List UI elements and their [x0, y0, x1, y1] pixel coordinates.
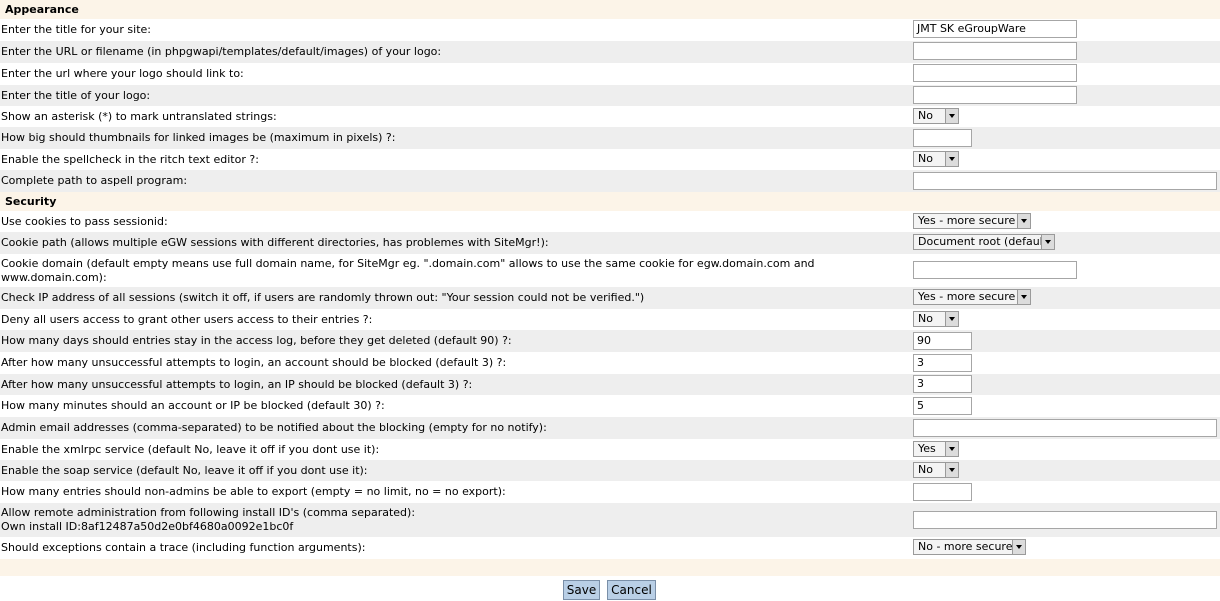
setting-label: Cookie domain (default empty means use f… — [1, 256, 815, 284]
chevron-down-icon — [1017, 290, 1030, 304]
logo-title-input[interactable] — [913, 86, 1077, 104]
cookie-path-select[interactable]: Document root (default) — [913, 234, 1055, 250]
setting-row-export: How many entries should non-admins be ab… — [0, 481, 1220, 503]
select-value: Document root (default) — [918, 235, 1041, 248]
save-button[interactable]: Save — [563, 580, 600, 600]
section-title: Security — [5, 195, 57, 208]
chevron-down-icon — [1012, 540, 1025, 554]
setting-row-logo-url: Enter the URL or filename (in phpgwapi/t… — [0, 41, 1220, 63]
setting-label: Enable the xmlrpc service (default No, l… — [1, 442, 380, 456]
setting-row-cookie-domain: Cookie domain (default empty means use f… — [0, 254, 1220, 287]
setting-row-site-title: Enter the title for your site: JMT SK eG… — [0, 19, 1220, 41]
site-title-input[interactable]: JMT SK eGroupWare — [913, 20, 1077, 38]
select-value: No — [918, 463, 933, 476]
setting-label: How many minutes should an account or IP… — [1, 399, 385, 412]
cookies-select[interactable]: Yes - more secure — [913, 213, 1031, 229]
setting-label: How many days should entries stay in the… — [1, 334, 512, 347]
soap-select[interactable]: No — [913, 462, 959, 478]
setting-row-exceptions: Should exceptions contain a trace (inclu… — [0, 537, 1220, 559]
chevron-down-icon — [1041, 235, 1054, 249]
asterisk-select[interactable]: No — [913, 108, 959, 124]
setting-row-ip-block: After how many unsuccessful attempts to … — [0, 374, 1220, 395]
setting-label: Enter the title for your site: — [1, 23, 151, 36]
chevron-down-icon — [1017, 214, 1030, 228]
setting-label: Check IP address of all sessions (switch… — [1, 291, 645, 304]
setting-label: Enter the url where your logo should lin… — [1, 67, 244, 80]
setting-row-check-ip: Check IP address of all sessions (switch… — [0, 287, 1220, 309]
setting-row-access-log: How many days should entries stay in the… — [0, 330, 1220, 352]
setting-row-block-minutes: How many minutes should an account or IP… — [0, 395, 1220, 417]
chevron-down-icon — [945, 442, 958, 456]
setting-label: After how many unsuccessful attempts to … — [1, 377, 473, 391]
setting-label: After how many unsuccessful attempts to … — [1, 356, 507, 369]
select-value: Yes - more secure — [918, 214, 1016, 227]
thumbnail-size-input[interactable] — [913, 129, 972, 147]
setting-label: Enter the URL or filename (in phpgwapi/t… — [1, 45, 442, 58]
setting-row-cookies: Use cookies to pass sessionid: Yes - mor… — [0, 211, 1220, 232]
select-value: Yes — [918, 442, 936, 455]
account-block-attempts-input[interactable]: 3 — [913, 354, 972, 372]
setting-label: Admin email addresses (comma-separated) … — [1, 421, 547, 434]
setting-label: Allow remote administration from followi… — [1, 506, 416, 519]
logo-url-input[interactable] — [913, 42, 1077, 60]
chevron-down-icon — [945, 463, 958, 477]
setting-label: Show an asterisk (*) to mark untranslate… — [1, 109, 277, 123]
chevron-down-icon — [945, 312, 958, 326]
chevron-down-icon — [945, 109, 958, 123]
setting-label: How many entries should non-admins be ab… — [1, 485, 506, 498]
setting-label: Deny all users access to grant other use… — [1, 312, 373, 326]
check-ip-select[interactable]: Yes - more secure — [913, 289, 1031, 305]
setting-label: Enable the spellcheck in the ritch text … — [1, 152, 259, 166]
setting-row-spellcheck: Enable the spellcheck in the ritch text … — [0, 149, 1220, 170]
admin-email-input[interactable] — [913, 419, 1217, 437]
setting-row-admin-email: Admin email addresses (comma-separated) … — [0, 417, 1220, 439]
cancel-button[interactable]: Cancel — [607, 580, 656, 600]
setting-label-group: Allow remote administration from followi… — [1, 503, 415, 537]
aspell-path-input[interactable] — [913, 172, 1217, 190]
setting-label: Cookie path (allows multiple eGW session… — [1, 236, 549, 249]
cookie-domain-input[interactable] — [913, 261, 1077, 279]
setting-label: Should exceptions contain a trace (inclu… — [1, 541, 366, 554]
select-value: Yes - more secure — [918, 290, 1016, 303]
setting-row-account-block: After how many unsuccessful attempts to … — [0, 352, 1220, 374]
form-footer-band — [0, 559, 1220, 576]
setting-row-aspell: Complete path to aspell program: — [0, 170, 1220, 192]
spellcheck-select[interactable]: No — [913, 151, 959, 167]
access-log-days-input[interactable]: 90 — [913, 332, 972, 350]
setting-label: Complete path to aspell program: — [1, 174, 188, 187]
section-title: Appearance — [5, 3, 79, 16]
select-value: No - more secure — [918, 540, 1012, 553]
setting-row-thumbnail: How big should thumbnails for linked ima… — [0, 127, 1220, 149]
remote-admin-input[interactable] — [913, 511, 1217, 529]
deny-grant-select[interactable]: No — [913, 311, 959, 327]
chevron-down-icon — [945, 152, 958, 166]
setting-row-asterisk: Show an asterisk (*) to mark untranslate… — [0, 106, 1220, 127]
section-header-security: Security — [0, 192, 1220, 211]
section-header-appearance: Appearance — [0, 0, 1220, 19]
select-value: No — [918, 152, 933, 165]
ip-block-attempts-input[interactable]: 3 — [913, 375, 972, 393]
block-minutes-input[interactable]: 5 — [913, 397, 972, 415]
setting-label: Use cookies to pass sessionid: — [1, 214, 168, 228]
setting-row-remote-admin: Allow remote administration from followi… — [0, 503, 1220, 537]
select-value: No — [918, 312, 933, 325]
setting-row-soap: Enable the soap service (default No, lea… — [0, 460, 1220, 481]
logo-link-input[interactable] — [913, 64, 1077, 82]
export-limit-input[interactable] — [913, 483, 972, 501]
select-value: No — [918, 109, 933, 122]
setting-row-deny-grant: Deny all users access to grant other use… — [0, 309, 1220, 330]
xmlrpc-select[interactable]: Yes — [913, 441, 959, 457]
setting-label: Enable the soap service (default No, lea… — [1, 463, 368, 477]
install-id-label: Own install ID:8af12487a50d2e0bf4680a009… — [1, 520, 294, 533]
setting-label: How big should thumbnails for linked ima… — [1, 131, 396, 144]
setting-row-logo-title: Enter the title of your logo: — [0, 85, 1220, 106]
setting-label: Enter the title of your logo: — [1, 88, 151, 102]
setting-row-xmlrpc: Enable the xmlrpc service (default No, l… — [0, 439, 1220, 460]
setting-row-cookie-path: Cookie path (allows multiple eGW session… — [0, 232, 1220, 254]
setting-row-logo-link: Enter the url where your logo should lin… — [0, 63, 1220, 85]
exceptions-select[interactable]: No - more secure — [913, 539, 1026, 555]
